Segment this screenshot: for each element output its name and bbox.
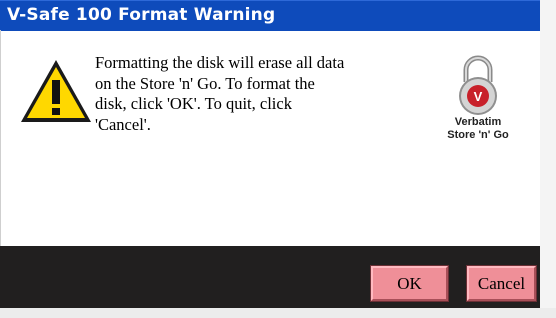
format-warning-dialog: V-Safe 100 Format Warning Formatting the… <box>0 0 556 318</box>
window-title: V-Safe 100 Format Warning <box>7 5 276 25</box>
message-line: Formatting the disk will erase all data <box>95 53 345 72</box>
padlock-icon: V <box>459 55 497 115</box>
cancel-button[interactable]: Cancel <box>467 266 536 301</box>
button-bar <box>0 246 540 308</box>
ok-button[interactable]: OK <box>371 266 448 301</box>
message-line: 'Cancel'. <box>95 114 151 134</box>
brand-logo: V Verbatim Store 'n' Go <box>435 52 521 152</box>
message-line: disk, click 'OK'. To quit, click <box>95 94 292 113</box>
window-bottom-edge <box>0 308 556 318</box>
title-bar: V-Safe 100 Format Warning <box>0 0 540 31</box>
warning-icon <box>21 60 91 122</box>
window-edge <box>540 0 556 318</box>
warning-message: Formatting the disk will erase all data … <box>95 53 415 135</box>
brand-name: Verbatim <box>454 116 502 128</box>
brand-product: Store 'n' Go <box>447 129 509 141</box>
message-line: on the Store 'n' Go. To format the <box>95 73 315 93</box>
svg-text:V: V <box>474 89 483 104</box>
